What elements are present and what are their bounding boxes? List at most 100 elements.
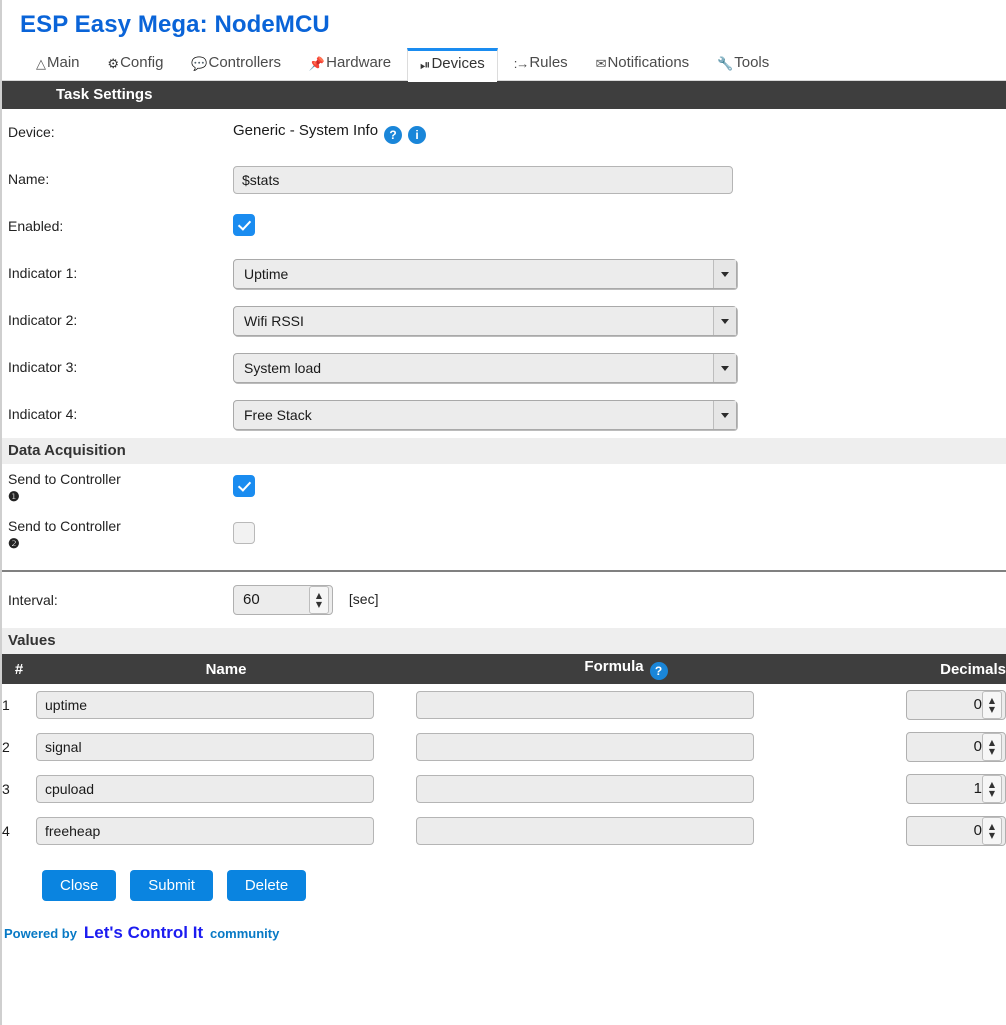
tab-main[interactable]: △Main — [24, 48, 92, 81]
row-2-decimals-stepper[interactable]: 0 ▲ ▼ — [906, 732, 1006, 763]
row-3-formula-cell — [416, 768, 836, 810]
action-buttons: Close Submit Delete — [2, 852, 1006, 902]
name-field-wrap — [233, 165, 1006, 194]
indicator-3-field-wrap: System load — [233, 352, 1006, 383]
footer: Powered by Let's Control It community — [2, 901, 1006, 943]
tab-devices[interactable]: ⏯Devices — [407, 48, 498, 83]
indicator-2-row: Indicator 2: Wifi RSSI — [2, 297, 1006, 344]
chevron-down-icon[interactable]: ▼ — [316, 600, 322, 609]
task-settings-header: Task Settings — [2, 81, 1006, 110]
tab-config-label: Config — [120, 54, 164, 72]
chevron-down-icon[interactable]: ▼ — [989, 831, 995, 840]
row-1-name-input[interactable] — [36, 691, 374, 720]
formula-help-icon[interactable]: ? — [649, 662, 668, 681]
tab-controllers[interactable]: 💬Controllers — [179, 48, 293, 81]
name-label: Name: — [8, 171, 50, 188]
row-4-stepper-arrows[interactable]: ▲ ▼ — [982, 817, 1002, 846]
row-1-stepper-arrows[interactable]: ▲ ▼ — [982, 691, 1002, 720]
row-3-decimals-stepper[interactable]: 1 ▲ ▼ — [906, 774, 1006, 805]
row-1-formula-input[interactable] — [416, 691, 754, 720]
indicator-1-field-wrap: Uptime — [233, 258, 1006, 289]
tab-devices-label: Devices — [431, 55, 485, 73]
tab-rules[interactable]: :→Rules — [502, 48, 580, 81]
controller-2-checkbox[interactable] — [233, 522, 255, 545]
interval-value[interactable]: 60 — [234, 586, 309, 614]
chevron-up-icon[interactable]: ▲ — [989, 738, 995, 747]
row-3-name-input[interactable] — [36, 775, 374, 804]
row-4-name-cell — [36, 810, 416, 852]
chevron-down-icon[interactable] — [713, 400, 736, 429]
row-4-name-input[interactable] — [36, 817, 374, 846]
indicator-2-value: Wifi RSSI — [244, 312, 304, 329]
row-4-formula-input[interactable] — [416, 817, 754, 846]
indicator-1-row: Indicator 1: Uptime — [2, 250, 1006, 297]
chevron-up-icon[interactable]: ▲ — [316, 591, 322, 600]
indicator-3-label: Indicator 3: — [8, 359, 78, 376]
row-3-decimals-value[interactable]: 1 — [907, 775, 982, 803]
row-2-stepper-arrows[interactable]: ▲ ▼ — [982, 733, 1002, 762]
indicator-4-select[interactable]: Free Stack — [233, 399, 737, 430]
interval-row: Interval: 60 ▲ ▼ [sec] — [2, 572, 1006, 628]
chevron-up-icon[interactable]: ▲ — [989, 780, 995, 789]
row-1-decimals-value[interactable]: 0 — [907, 691, 982, 719]
row-4-formula-cell — [416, 810, 836, 852]
enabled-field-wrap — [233, 214, 1006, 239]
tab-config[interactable]: ⚙Config — [95, 48, 175, 81]
row-2-formula-cell — [416, 726, 836, 768]
enabled-checkbox[interactable] — [233, 214, 255, 237]
indicator-1-label: Indicator 1: — [8, 265, 78, 282]
indicator-2-label: Indicator 2: — [8, 312, 78, 329]
row-4-decimals-stepper[interactable]: 0 ▲ ▼ — [906, 816, 1006, 847]
row-2-decimals-cell: 0 ▲ ▼ — [836, 726, 1006, 768]
indicator-3-select[interactable]: System load — [233, 352, 737, 383]
interval-stepper[interactable]: 60 ▲ ▼ — [233, 585, 333, 616]
row-4-decimals-value[interactable]: 0 — [907, 817, 982, 845]
data-acquisition-form: Send to Controller ❶ Send to Controller … — [2, 464, 1006, 628]
indicator-2-select[interactable]: Wifi RSSI — [233, 305, 737, 336]
interval-unit: [sec] — [348, 591, 379, 608]
pin-icon: 📌 — [308, 56, 326, 72]
tab-rules-label: Rules — [529, 54, 568, 72]
chevron-down-icon[interactable]: ▼ — [989, 705, 995, 714]
column-number: # — [2, 654, 36, 685]
interval-stepper-arrows[interactable]: ▲ ▼ — [309, 586, 329, 615]
controller-2-label: Send to Controller ❷ — [8, 518, 233, 552]
close-button[interactable]: Close — [42, 870, 117, 902]
info-icon[interactable]: i — [408, 125, 427, 144]
row-2-decimals-value[interactable]: 0 — [907, 733, 982, 761]
row-3-formula-input[interactable] — [416, 775, 754, 804]
indicator-4-label: Indicator 4: — [8, 406, 78, 423]
row-4-decimals-cell: 0 ▲ ▼ — [836, 810, 1006, 852]
tab-notifications[interactable]: ✉Notifications — [584, 48, 702, 81]
row-3-stepper-arrows[interactable]: ▲ ▼ — [982, 775, 1002, 804]
column-formula: Formula? — [416, 654, 836, 685]
controller-1-index: ❶ — [8, 488, 20, 504]
controller-1-checkbox[interactable] — [233, 475, 255, 498]
chevron-down-icon[interactable]: ▼ — [989, 789, 995, 798]
row-2-formula-input[interactable] — [416, 733, 754, 762]
chevron-down-icon[interactable]: ▼ — [989, 747, 995, 756]
row-2-name-input[interactable] — [36, 733, 374, 762]
indicator-3-value: System load — [244, 359, 322, 376]
column-name: Name — [36, 654, 416, 685]
row-1-decimals-stepper[interactable]: 0 ▲ ▼ — [906, 690, 1006, 721]
tab-controllers-label: Controllers — [208, 54, 282, 72]
controller-1-field-wrap — [233, 475, 1006, 500]
controller-2-index: ❷ — [8, 535, 20, 551]
chevron-down-icon[interactable] — [713, 306, 736, 335]
delete-button[interactable]: Delete — [226, 870, 307, 902]
tab-tools[interactable]: 🔧Tools — [705, 48, 781, 81]
submit-button[interactable]: Submit — [130, 870, 213, 902]
chevron-up-icon[interactable]: ▲ — [989, 696, 995, 705]
name-input[interactable] — [233, 165, 733, 194]
tab-hardware[interactable]: 📌Hardware — [297, 48, 403, 81]
help-icon[interactable]: ? — [384, 125, 403, 144]
values-table-body: 1 0 ▲ ▼ 2 — [2, 684, 1006, 852]
indicator-1-select[interactable]: Uptime — [233, 258, 737, 289]
chevron-up-icon[interactable]: ▲ — [989, 822, 995, 831]
enabled-label: Enabled: — [8, 218, 64, 235]
chevron-down-icon[interactable] — [713, 259, 736, 288]
interval-field-wrap: 60 ▲ ▼ [sec] — [233, 585, 1006, 616]
chevron-down-icon[interactable] — [713, 353, 736, 382]
footer-link[interactable]: Let's Control It — [84, 923, 203, 942]
